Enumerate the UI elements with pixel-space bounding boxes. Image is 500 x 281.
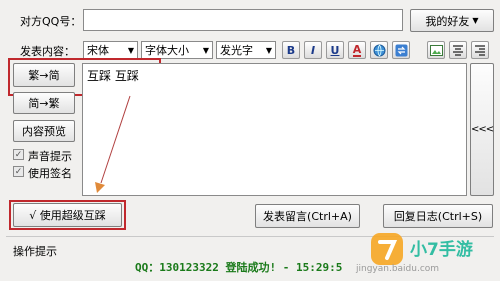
watermark-site: jingyan.baidu.com (356, 264, 440, 274)
post-message-button[interactable]: 发表留言(Ctrl+A) (255, 204, 360, 228)
watermark-logo-text: 小7手游 (410, 240, 473, 260)
watermark-logo: 小7手游 jingyan.baidu.com (356, 226, 495, 276)
logo-badge-icon (371, 233, 403, 265)
reply-log-button[interactable]: 回复日志(Ctrl+S) (383, 204, 493, 228)
tips-label: 操作提示 (13, 245, 57, 258)
status-text: QQ：130123322 登陆成功! - 15:29:5 (135, 261, 343, 274)
super-mutual-button[interactable]: √ 使用超级互踩 (13, 203, 122, 227)
